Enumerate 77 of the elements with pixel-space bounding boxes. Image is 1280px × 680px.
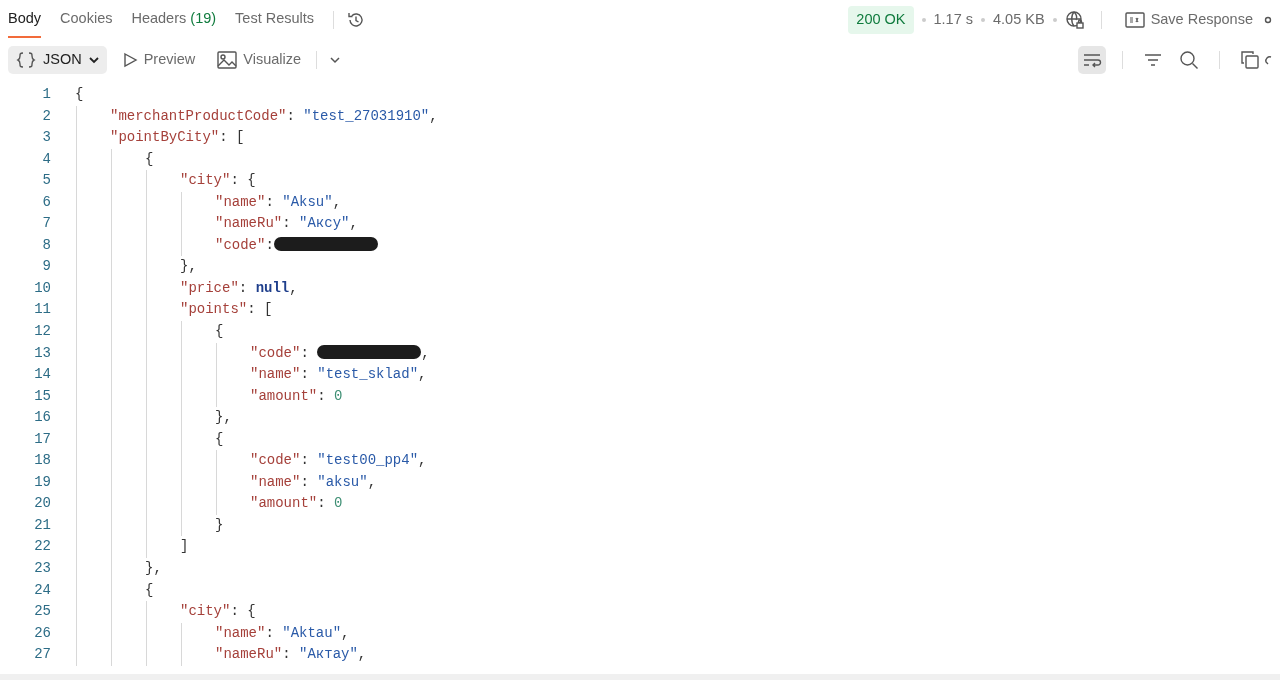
response-time: 1.17 s <box>933 10 974 30</box>
line-number: 14 <box>33 365 51 385</box>
code-line: }, <box>145 559 162 579</box>
search-icon <box>1179 50 1199 70</box>
filter-icon <box>1143 52 1163 68</box>
line-number: 4 <box>41 149 51 169</box>
image-icon <box>217 51 238 69</box>
line-number: 1 <box>41 85 51 104</box>
code-line: }, <box>215 408 232 428</box>
code-line: { <box>75 85 84 104</box>
code-line: "points": [ <box>180 300 273 320</box>
code-line: { <box>215 429 224 449</box>
code-line: "amount": 0 <box>250 494 343 514</box>
wrap-icon <box>1082 52 1102 68</box>
code-line: "merchantProductCode": "test_27031910", <box>110 106 438 126</box>
code-line: { <box>145 149 154 169</box>
line-number: 21 <box>33 515 51 535</box>
response-tab[interactable]: Headers (19) <box>131 2 217 38</box>
line-number: 25 <box>33 602 51 622</box>
format-button[interactable]: Visualize <box>210 46 309 74</box>
code-line: "nameRu": "Аксу", <box>215 214 358 234</box>
line-number: 20 <box>33 494 51 514</box>
code-line: { <box>145 580 154 600</box>
line-number: 26 <box>33 623 51 643</box>
chevron-down-icon <box>329 55 342 65</box>
code-line: "price": null, <box>180 278 298 298</box>
line-number: 8 <box>41 235 51 255</box>
save-response-button[interactable]: Save Response <box>1117 6 1260 34</box>
line-number: 6 <box>41 192 51 212</box>
code-line: "name": "test_sklad", <box>250 365 427 385</box>
line-number: 5 <box>41 171 51 191</box>
code-line: "name": "Aksu", <box>215 192 342 212</box>
code-line: "code": "test00_pp4", <box>250 451 427 471</box>
line-number: 2 <box>41 106 51 126</box>
braces-icon <box>15 51 37 69</box>
line-number: 18 <box>33 451 51 471</box>
code-line: { <box>215 322 224 341</box>
line-number: 15 <box>33 386 51 406</box>
code-line: "name": "Aktau", <box>215 623 350 643</box>
line-number: 10 <box>33 278 51 298</box>
line-number: 13 <box>33 343 51 363</box>
code-line: ] <box>180 537 189 557</box>
code-line: } <box>215 515 224 535</box>
code-line: "pointByCity": [ <box>110 128 245 148</box>
line-number: 9 <box>41 257 51 277</box>
line-number: 3 <box>41 128 51 148</box>
code-line: "code": <box>215 234 378 257</box>
response-tab[interactable]: Body <box>8 2 42 38</box>
response-size: 4.05 KB <box>993 10 1045 30</box>
globe-lock-icon[interactable] <box>1064 10 1085 30</box>
line-number: 23 <box>33 559 51 579</box>
code-line: "code": , <box>250 343 430 363</box>
status-badge: 200 OK <box>848 6 914 34</box>
copy-icon <box>1241 51 1259 69</box>
chevron-down-icon <box>87 55 100 65</box>
code-line: }, <box>180 257 197 277</box>
wrap-lines-button[interactable] <box>1078 46 1106 74</box>
line-number: 7 <box>41 214 51 234</box>
line-number: 19 <box>33 472 51 492</box>
line-number: 27 <box>33 645 51 665</box>
response-tab[interactable]: Cookies <box>60 2 113 38</box>
code-line: "nameRu": "Актау", <box>215 645 367 665</box>
line-number: 12 <box>33 322 51 341</box>
play-icon <box>121 52 138 68</box>
response-tab[interactable]: Test Results <box>235 2 315 38</box>
line-number: 17 <box>33 429 51 449</box>
format-button[interactable]: Preview <box>114 46 203 74</box>
code-line: "amount": 0 <box>250 386 343 406</box>
line-number: 24 <box>33 580 51 600</box>
format-button[interactable]: JSON <box>8 46 107 74</box>
code-line: "city": { <box>180 171 256 191</box>
line-number: 16 <box>33 408 51 428</box>
line-number: 11 <box>33 300 51 320</box>
line-number: 22 <box>33 537 51 557</box>
example-icon <box>1124 12 1145 28</box>
code-line: "name": "aksu", <box>250 472 377 492</box>
code-line: "city": { <box>180 602 256 622</box>
